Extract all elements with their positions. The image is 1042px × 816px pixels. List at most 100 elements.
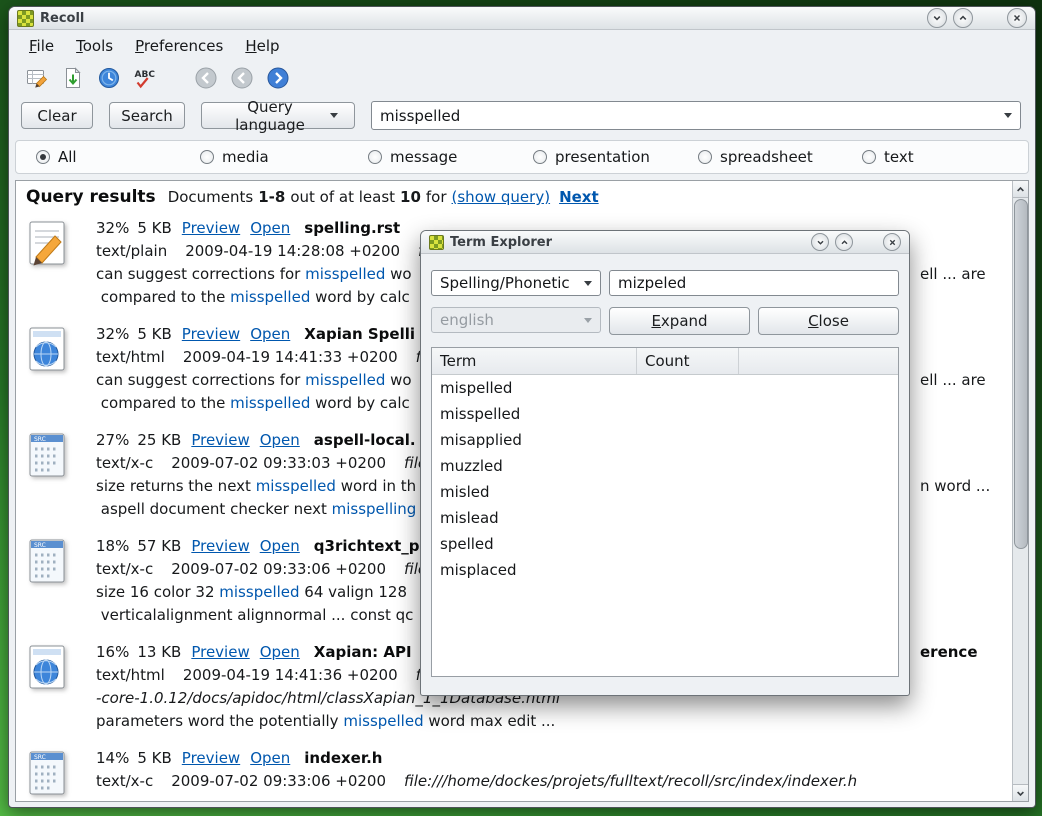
abstract-fragment: n word ...	[920, 475, 990, 498]
prev-result-icon[interactable]	[228, 64, 255, 91]
radio-icon[interactable]	[698, 150, 712, 164]
radio-icon[interactable]	[200, 150, 214, 164]
term-row[interactable]: misplaced	[432, 557, 898, 583]
term-row[interactable]: mislead	[432, 505, 898, 531]
file-size: 13 KB	[137, 643, 181, 661]
abstract-text: word by calc	[310, 288, 409, 306]
term-row[interactable]: muzzled	[432, 453, 898, 479]
file-size: 5 KB	[137, 325, 171, 343]
save-search-icon[interactable]	[59, 64, 86, 91]
term-input[interactable]	[609, 270, 899, 296]
count-column-header[interactable]: Count	[637, 348, 739, 374]
svg-text:SRC: SRC	[34, 436, 46, 443]
open-link[interactable]: Open	[260, 537, 300, 555]
preview-link[interactable]: Preview	[191, 537, 249, 555]
term-row[interactable]: misspelled	[432, 401, 898, 427]
results-scrollbar[interactable]	[1012, 181, 1028, 801]
search-button[interactable]: Search	[109, 102, 185, 129]
documents-range: 1-8	[258, 188, 285, 206]
open-link[interactable]: Open	[250, 749, 290, 767]
result-title: spelling.rst	[304, 219, 400, 237]
term-explorer-icon[interactable]: ABC	[131, 64, 158, 91]
filter-spreadsheet[interactable]: spreadsheet	[698, 141, 813, 173]
filter-label: spreadsheet	[720, 148, 813, 166]
scroll-up-icon[interactable]	[1013, 181, 1028, 198]
expansion-mode-select[interactable]: Spelling/Phonetic	[431, 270, 601, 296]
highlighted-term: misspelled	[230, 288, 310, 306]
html-file-icon	[26, 644, 70, 694]
history-icon[interactable]	[95, 64, 122, 91]
query-input-combobox[interactable]: misspelled	[371, 101, 1021, 130]
html-file-icon	[26, 326, 70, 376]
filter-label: presentation	[555, 148, 650, 166]
highlighted-term: misspelling	[332, 500, 417, 518]
open-link[interactable]: Open	[260, 431, 300, 449]
dialog-titlebar[interactable]: Term Explorer	[421, 231, 909, 254]
result-headline: 14%5 KBPreviewOpenindexer.h	[96, 747, 1009, 770]
chevron-down-icon	[584, 318, 592, 323]
preview-link[interactable]: Preview	[182, 325, 240, 343]
abstract-text: wo	[385, 265, 411, 283]
result-meta: text/x-c2009-07-02 09:33:06 +0200file://…	[96, 770, 1009, 793]
abstract-text: size 16 color 32	[96, 583, 219, 601]
scroll-down-icon[interactable]	[1013, 784, 1028, 801]
radio-icon[interactable]	[368, 150, 382, 164]
preview-link[interactable]: Preview	[191, 431, 249, 449]
file-date: 2009-04-19 14:41:33 +0200	[183, 348, 398, 366]
chevron-down-icon	[584, 281, 592, 286]
term-row[interactable]: misled	[432, 479, 898, 505]
titlebar[interactable]: Recoll	[9, 7, 1035, 30]
query-history-chevron-icon[interactable]	[1004, 113, 1012, 118]
preview-link[interactable]: Preview	[191, 643, 249, 661]
clear-search-icon[interactable]	[23, 64, 50, 91]
menu-tools[interactable]: Tools	[68, 35, 121, 57]
term-row[interactable]: spelled	[432, 531, 898, 557]
file-date: 2009-04-19 14:41:36 +0200	[183, 666, 398, 684]
menu-preferences[interactable]: Preferences	[127, 35, 231, 57]
term-row[interactable]: misapplied	[432, 427, 898, 453]
unshade-icon[interactable]	[953, 8, 973, 28]
radio-icon[interactable]	[533, 150, 547, 164]
menu-file[interactable]: File	[21, 35, 62, 57]
show-query-link[interactable]: (show query)	[452, 188, 551, 206]
file-size: 5 KB	[137, 749, 171, 767]
radio-icon[interactable]	[862, 150, 876, 164]
unshade-icon[interactable]	[835, 233, 853, 251]
filter-media[interactable]: media	[200, 141, 269, 173]
filter-text[interactable]: text	[862, 141, 914, 173]
abstract-text: compared to the	[96, 394, 230, 412]
recoll-app-icon	[17, 10, 34, 27]
open-link[interactable]: Open	[260, 643, 300, 661]
preview-link[interactable]: Preview	[182, 219, 240, 237]
shade-icon[interactable]	[927, 8, 947, 28]
filter-all[interactable]: All	[36, 141, 77, 173]
radio-icon[interactable]	[36, 150, 50, 164]
mime-type: text/html	[96, 348, 165, 366]
language-select[interactable]: english	[431, 307, 601, 333]
next-page-icon[interactable]	[264, 64, 291, 91]
close-icon[interactable]	[883, 233, 901, 251]
close-button[interactable]: Close	[758, 307, 899, 335]
close-icon[interactable]	[1007, 8, 1027, 28]
clear-button[interactable]: Clear	[21, 102, 93, 129]
filter-message[interactable]: message	[368, 141, 457, 173]
term-row[interactable]: mispelled	[432, 375, 898, 401]
open-link[interactable]: Open	[250, 325, 290, 343]
scrollbar-thumb[interactable]	[1014, 199, 1028, 549]
next-page-link[interactable]: Next	[559, 188, 599, 206]
term-column-header[interactable]: Term	[432, 348, 637, 374]
menu-help[interactable]: Help	[237, 35, 287, 57]
source-file-icon: SRC	[26, 432, 70, 482]
filter-presentation[interactable]: presentation	[533, 141, 650, 173]
open-link[interactable]: Open	[250, 219, 290, 237]
prev-page-icon[interactable]	[192, 64, 219, 91]
query-language-dropdown[interactable]: Query language	[201, 102, 355, 129]
expand-button[interactable]: Expand	[609, 307, 750, 335]
relevance-percent: 14%	[96, 749, 129, 767]
term-table: Term Count mispelledmisspelledmisapplied…	[431, 347, 899, 677]
query-results-title: Query results	[26, 187, 156, 207]
preview-link[interactable]: Preview	[182, 749, 240, 767]
file-size: 25 KB	[137, 431, 181, 449]
shade-icon[interactable]	[811, 233, 829, 251]
highlighted-term: misspelled	[219, 583, 299, 601]
